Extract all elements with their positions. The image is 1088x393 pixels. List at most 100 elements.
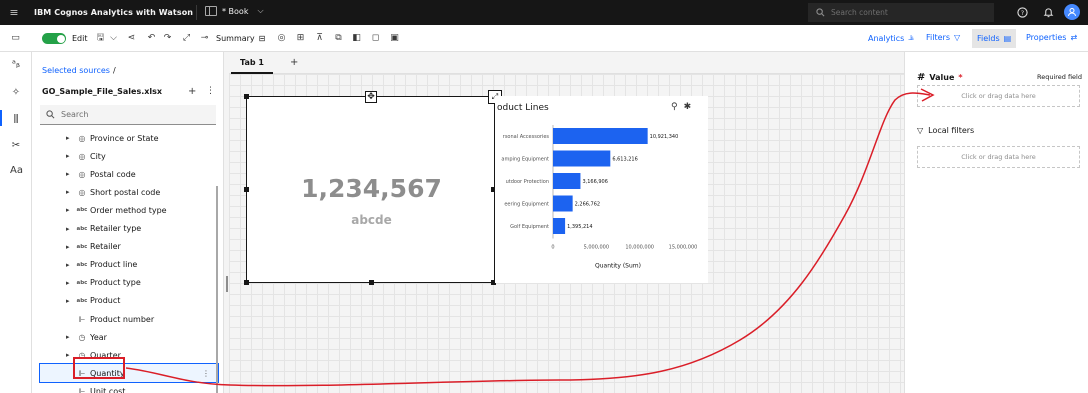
tree-item[interactable]: ▸ abc Product [32,292,224,310]
visualizations-icon[interactable]: ⫼ [10,114,22,126]
hash-icon: # [917,72,926,83]
move-handle-icon[interactable]: ✥ [365,91,377,103]
book-switcher[interactable]: * Book ⌵ [205,6,264,16]
fields-button[interactable]: Fields ▤ [972,29,1017,48]
copy-icon[interactable]: ⧉ [333,33,344,44]
tree-item[interactable]: ▸ ◎ City [32,147,224,165]
resize-handle[interactable] [244,187,249,192]
grid-icon[interactable]: ⊞ [295,33,306,44]
expand-arrow-icon[interactable]: ▸ [66,279,70,287]
svg-text:?: ? [1020,8,1023,16]
data-source-icon[interactable]: ᵃᵦ [10,59,22,71]
add-source-icon[interactable]: + [188,86,196,97]
target-icon[interactable]: ◎ [276,33,287,44]
expand-arrow-icon[interactable]: ▸ [66,243,70,251]
expand-arrow-icon[interactable]: ▸ [66,134,70,142]
tree-item[interactable]: ▸ abc Product line [32,256,224,274]
x-axis-label: Quantity (Sum) [595,263,641,270]
bar-chart-widget[interactable]: oduct Lines ⚲ ✱ rsonal Accessories 10,921… [495,96,708,283]
panel-resize-handle[interactable] [226,276,228,292]
value-dropzone[interactable]: Click or drag data here [917,85,1080,107]
expand-arrow-icon[interactable]: ▸ [66,170,70,178]
expand-arrow-icon[interactable]: ▸ [66,188,70,196]
overflow-menu-icon[interactable]: ⋮ [206,86,215,96]
kpi-widget[interactable]: 1,234,567 abcde ✥ ⤢ [244,90,502,285]
resize-handle[interactable] [369,280,374,285]
text-icon: abc [76,225,88,232]
tree-item[interactable]: ▸ ◷ Year [32,328,224,346]
expand-icon[interactable]: ⤢ [181,33,192,44]
category-label: utdoor Protection [506,179,549,185]
pin-icon[interactable]: ✧ [10,87,22,99]
chart-bar [553,218,566,234]
filters-label: Filters [926,33,950,42]
breadcrumb[interactable]: Selected sources / [42,66,116,75]
share-icon[interactable]: ⋖ [126,33,137,44]
text-style-icon[interactable]: Aa [10,165,23,177]
pin-node-icon[interactable]: ⊸ [199,33,210,44]
expand-arrow-icon[interactable]: ▸ [66,225,70,233]
help-icon[interactable]: ? [1014,4,1030,20]
resize-handle[interactable] [244,94,249,99]
user-avatar-icon[interactable] [1064,4,1080,20]
left-rail: ᵃᵦ ✧ ⫼ ✂ Aa [0,52,32,393]
pin-icon[interactable]: ⊼ [314,33,325,44]
tree-item-label: Short postal code [90,187,161,197]
search-icon [46,110,55,119]
overflow-menu-icon[interactable]: ⋮ [202,369,210,378]
tree-item[interactable]: ▸ ◷ Quarter [32,346,224,364]
paste-icon[interactable]: ◧ [351,33,362,44]
breadcrumb-link[interactable]: Selected sources [42,66,110,75]
properties-button[interactable]: Properties ⇄ [1026,33,1077,42]
tools-icon[interactable]: ✂ [10,140,22,152]
expand-arrow-icon[interactable]: ▸ [66,261,70,269]
tree-item[interactable]: ▸ ◎ Postal code [32,165,224,183]
save-icon[interactable]: 🖫 [95,33,106,44]
tree-item[interactable]: ▸ ◎ Short postal code [32,183,224,201]
expand-arrow-icon[interactable]: ▸ [66,152,70,160]
bar-chart-svg: rsonal Accessories 10,921,340 amping Equip… [501,125,697,270]
tree-item[interactable]: ▸ ◎ Province or State [32,129,224,147]
expand-arrow-icon[interactable]: ▸ [66,297,70,305]
tree-item[interactable]: ▸ abc Product type [32,274,224,292]
hamburger-menu-icon[interactable]: ≡ [0,6,28,19]
comments-icon[interactable]: ▭ [10,33,21,44]
expand-arrow-icon[interactable]: ▸ [66,333,70,341]
tree-item[interactable]: ▸ abc Order method type [32,201,224,219]
tree-item[interactable]: ▸ abc Retailer [32,238,224,256]
chevron-down-icon[interactable]: ⌵ [108,33,119,44]
measure-icon: ⊩ [78,314,86,324]
header-divider [196,5,197,20]
tree-item[interactable]: ⊩ Unit cost [32,382,224,393]
delete-icon[interactable]: ▣ [389,33,400,44]
undo-icon[interactable]: ↶ [146,33,157,44]
expand-arrow-icon[interactable]: ▸ [66,351,70,359]
tree-item-label: Retailer [90,242,121,252]
edit-toggle[interactable]: Edit [42,31,88,46]
text-icon: abc [76,297,88,304]
summary-button[interactable]: Summary ⊟ [216,31,265,46]
container-icon[interactable]: ◻ [370,33,381,44]
tree-item[interactable]: ⊩ Quantity ⋮ [39,363,219,384]
source-search-input[interactable]: Search [40,105,216,125]
data-label: 1,395,214 [567,224,592,230]
toggle-switch[interactable] [42,33,66,44]
redo-icon[interactable]: ↷ [162,33,173,44]
notification-bell-icon[interactable] [1040,4,1056,20]
content-search[interactable]: Search content [808,3,994,22]
local-filter-dropzone[interactable]: Click or drag data here [917,146,1080,168]
tree-item[interactable]: ▸ abc Retailer type [32,220,224,238]
tree-item-label: Postal code [90,169,136,179]
tab-1[interactable]: Tab 1 [231,52,273,74]
add-tab-icon[interactable]: + [290,57,298,68]
analytics-button[interactable]: Analytics ⫡ [868,33,914,43]
resize-handle[interactable] [244,280,249,285]
scrollbar[interactable] [216,186,218,393]
expand-arrow-icon[interactable]: ▸ [66,206,70,214]
tab-bar: Tab 1 + [229,52,904,74]
local-filters-header[interactable]: ▽ Local filters [917,126,974,135]
category-label: amping Equipment [501,157,549,163]
sliders-icon: ⇄ [1070,33,1078,42]
tree-item[interactable]: ⊩ Product number [32,310,224,328]
filters-button[interactable]: Filters ▽ [926,33,960,42]
